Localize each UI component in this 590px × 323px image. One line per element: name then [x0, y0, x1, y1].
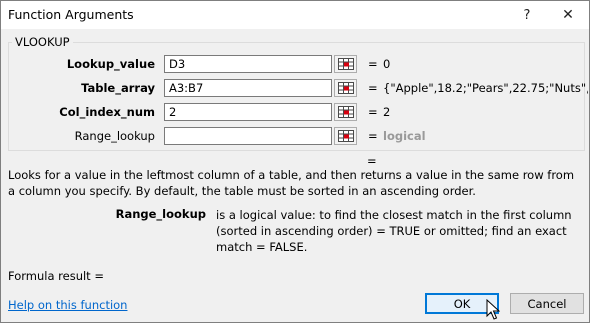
- table-array-equals: =: [368, 81, 378, 95]
- range-select-icon: [337, 58, 354, 70]
- function-result-equals: =: [367, 154, 377, 168]
- range-lookup-collapse-button[interactable]: [334, 127, 357, 145]
- col-index-num-equals: =: [368, 105, 378, 119]
- range-select-icon: [337, 106, 354, 118]
- col-index-num-collapse-button[interactable]: [334, 103, 357, 121]
- lookup-value-equals: =: [368, 57, 378, 71]
- close-icon: ✕: [562, 7, 574, 23]
- arg-label-table-array: Table_array: [81, 81, 155, 95]
- help-on-function-link[interactable]: Help on this function: [8, 298, 127, 312]
- argument-help-name: Range_lookup: [115, 207, 206, 221]
- formula-result-label: Formula result =: [8, 269, 104, 283]
- dialog-title: Function Arguments: [8, 7, 134, 22]
- range-lookup-input[interactable]: [164, 127, 332, 145]
- arg-label-lookup-value: Lookup_value: [66, 57, 155, 71]
- range-lookup-result: logical: [383, 129, 426, 143]
- range-select-icon: [337, 130, 354, 142]
- range-select-icon: [337, 82, 354, 94]
- argument-help-text: is a logical value: to find the closest …: [216, 208, 572, 254]
- table-array-collapse-button[interactable]: [334, 79, 357, 97]
- table-array-result: {"Apple",18.2;"Pears",22.75;"Nuts",57.2: [383, 81, 588, 95]
- lookup-value-result: 0: [383, 57, 391, 71]
- function-description: Looks for a value in the leftmost column…: [8, 168, 575, 198]
- cancel-button[interactable]: Cancel: [510, 293, 584, 314]
- help-button[interactable]: ?: [506, 1, 548, 29]
- range-lookup-equals: =: [368, 129, 378, 143]
- lookup-value-collapse-button[interactable]: [334, 55, 357, 73]
- function-arguments-dialog: Function Arguments ? ✕ VLOOKUP Lookup_va…: [0, 0, 590, 323]
- col-index-num-input[interactable]: [164, 103, 332, 121]
- title-bar[interactable]: Function Arguments ? ✕: [1, 1, 589, 29]
- lookup-value-input[interactable]: [164, 55, 332, 73]
- mouse-pointer-icon: [486, 299, 500, 320]
- close-button[interactable]: ✕: [547, 1, 589, 29]
- arg-label-col-index-num: Col_index_num: [59, 105, 155, 119]
- arg-label-range-lookup: Range_lookup: [74, 129, 155, 143]
- col-index-num-result: 2: [383, 105, 391, 119]
- table-array-input[interactable]: [164, 79, 332, 97]
- function-name: VLOOKUP: [12, 35, 73, 49]
